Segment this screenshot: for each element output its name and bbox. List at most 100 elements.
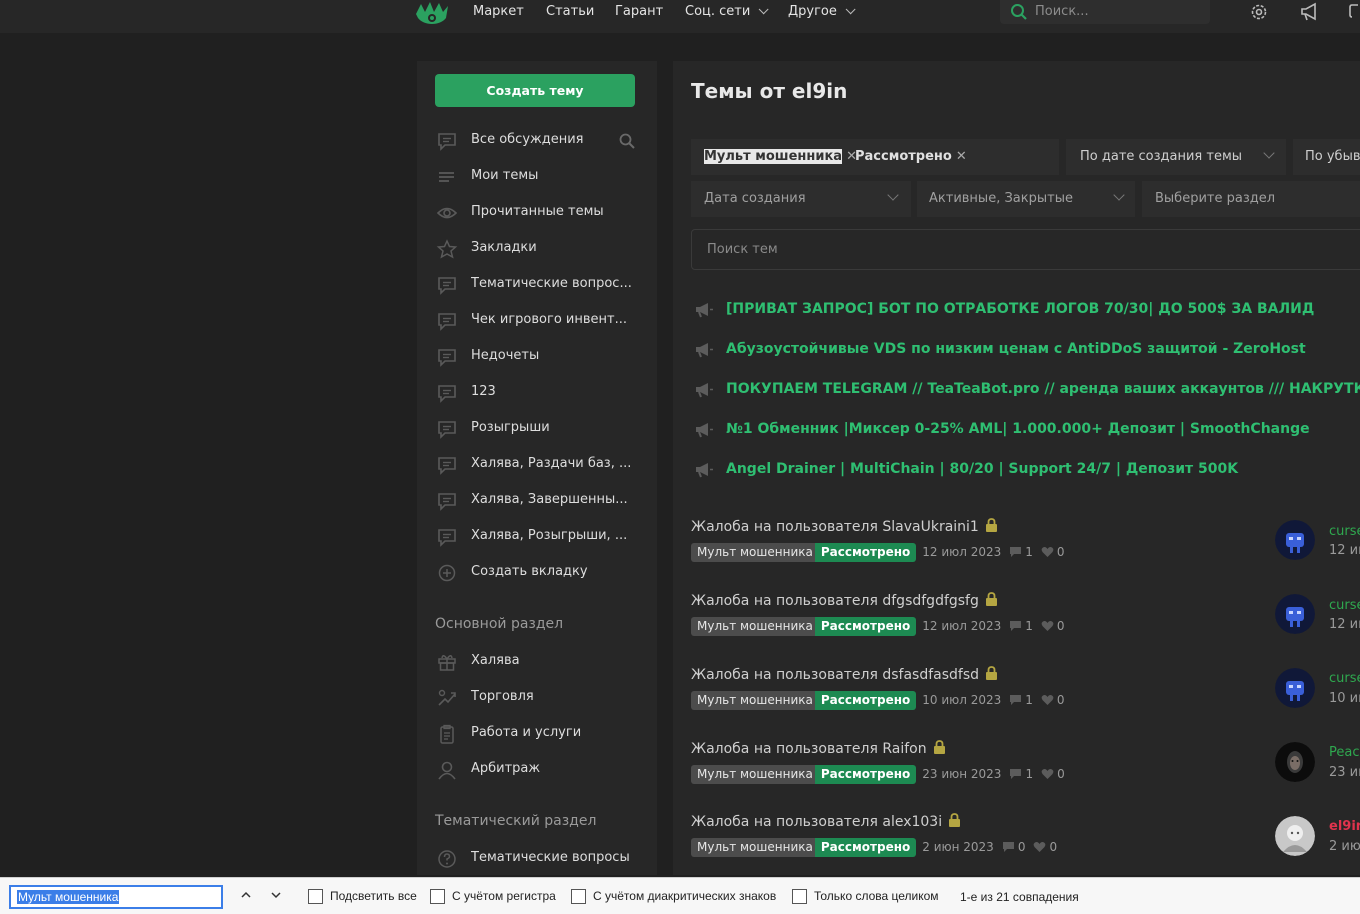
status-label[interactable]: Рассмотрено	[814, 838, 917, 857]
nav-articles[interactable]: Статьи	[546, 4, 594, 19]
section-filter-select[interactable]: Выберите раздел	[1142, 181, 1360, 217]
thread-title-text: Жалоба на пользователя alex103i	[691, 814, 943, 830]
sidebar-item-tab[interactable]: Тематические вопрос...	[417, 270, 657, 300]
sidebar-item-tab[interactable]: Недочеты	[417, 342, 657, 372]
thread-row[interactable]: Жалоба на пользователя dsfasdfasdfsd Мул…	[691, 666, 1360, 728]
topic-search-input[interactable]: Поиск тем	[691, 229, 1360, 270]
prefix-label[interactable]: Мульт мошенника	[691, 617, 819, 636]
sidebar-item-trade[interactable]: Торговля	[417, 683, 657, 713]
search-icon[interactable]	[619, 133, 635, 149]
sidebar-item-arbitrage[interactable]: Арбитраж	[417, 755, 657, 785]
sidebar-item-all-discussions[interactable]: Все обсуждения	[417, 126, 657, 156]
last-poster-name[interactable]: Peac	[1329, 745, 1360, 760]
sidebar-item-tab[interactable]: Чек игрового инвент...	[417, 306, 657, 336]
filter-tag-text: Мульт мошенника	[704, 149, 843, 164]
state-filter-select[interactable]: Активные, Закрытые	[917, 181, 1135, 217]
status-label[interactable]: Рассмотрено	[814, 617, 917, 636]
status-label[interactable]: Рассмотрено	[814, 765, 917, 784]
sidebar-item-tab[interactable]: Халява, Завершенны...	[417, 486, 657, 516]
last-poster-name[interactable]: curse	[1329, 524, 1360, 539]
whole-words-checkbox[interactable]: Только слова целиком	[792, 889, 939, 904]
sidebar-item-tab[interactable]: 123	[417, 378, 657, 408]
chevron-up-icon[interactable]	[241, 890, 251, 900]
sidebar-item-my-topics[interactable]: Мои темы	[417, 162, 657, 192]
chat-icon	[438, 133, 456, 151]
filter-tag-chip[interactable]: Рассмотрено ✕	[855, 149, 967, 164]
sidebar-item-freebie[interactable]: Халява	[417, 647, 657, 677]
sidebar-item-tab[interactable]: Халява, Раздачи баз, ...	[417, 450, 657, 480]
find-input[interactable]: Мульт мошенника	[9, 885, 223, 909]
sticky-thread-title[interactable]: [ПРИВАТ ЗАПРОС] БОТ ПО ОТРАБОТКЕ ЛОГОВ 7…	[726, 301, 1314, 317]
site-logo[interactable]	[414, 0, 450, 28]
sort-field-select[interactable]: По дате создания темы	[1066, 139, 1286, 175]
last-poster-name[interactable]: curse	[1329, 671, 1360, 686]
thread-title[interactable]: Жалоба на пользователя dfgsdfgdfgsfg	[691, 592, 998, 609]
sticky-thread-title[interactable]: №1 Обменник |Миксер 0-25% AML| 1.000.000…	[726, 421, 1310, 437]
status-label[interactable]: Рассмотрено	[814, 691, 917, 710]
nav-social[interactable]: Соц. сети	[685, 4, 769, 19]
date-filter-select[interactable]: Дата создания	[691, 181, 911, 217]
thread-title[interactable]: Жалоба на пользователя dsfasdfasdfsd	[691, 666, 998, 683]
sidebar-item-label: Прочитанные темы	[471, 204, 604, 219]
sort-order-value: По убыва	[1305, 149, 1360, 164]
create-topic-button[interactable]: Создать тему	[435, 74, 635, 107]
topic-search-placeholder: Поиск тем	[707, 242, 778, 257]
sidebar-item-bookmarks[interactable]: Закладки	[417, 234, 657, 264]
eye-icon	[436, 207, 458, 219]
comment-icon	[1010, 621, 1022, 631]
filter-tag-chip[interactable]: Мульт мошенника ✕	[704, 149, 857, 164]
sidebar-item-tab[interactable]: Халява, Розыгрыши, ...	[417, 522, 657, 552]
sidebar-item-jobs[interactable]: Работа и услуги	[417, 719, 657, 749]
avatar[interactable]	[1275, 816, 1315, 856]
checkbox[interactable]	[792, 889, 807, 904]
prefix-label[interactable]: Мульт мошенника	[691, 691, 819, 710]
thread-meta: Мульт мошенника Рассмотрено 2 июн 2023 0 0	[691, 838, 1057, 857]
megaphone-icon	[696, 423, 713, 438]
avatar[interactable]	[1275, 520, 1315, 560]
top-search-input[interactable]: Поиск...	[1000, 0, 1210, 24]
highlight-all-checkbox[interactable]: Подсветить все	[308, 889, 417, 904]
sticky-thread-title[interactable]: Angel Drainer | MultiChain | 80/20 | Sup…	[726, 461, 1238, 477]
nav-market[interactable]: Маркет	[473, 4, 524, 19]
last-poster-name[interactable]: curse	[1329, 598, 1360, 613]
thread-title[interactable]: Жалоба на пользователя SlavaUkraini1	[691, 518, 998, 535]
sidebar-item-create-tab[interactable]: Создать вкладку	[417, 558, 657, 588]
avatar[interactable]	[1275, 742, 1315, 782]
sidebar-item-thematic-questions[interactable]: Тематические вопросы	[417, 844, 657, 874]
search-icon	[1011, 4, 1027, 20]
thread-row[interactable]: Жалоба на пользователя alex103i Мульт мо…	[691, 813, 1360, 875]
gear-icon[interactable]	[1249, 2, 1269, 22]
thread-title[interactable]: Жалоба на пользователя alex103i	[691, 813, 961, 830]
avatar[interactable]	[1275, 668, 1315, 708]
thread-row[interactable]: Жалоба на пользователя dfgsdfgdfgsfg Мул…	[691, 592, 1360, 654]
checkbox[interactable]	[571, 889, 586, 904]
close-icon[interactable]: ✕	[956, 149, 967, 164]
lock-icon	[949, 813, 961, 827]
prefix-label[interactable]: Мульт мошенника	[691, 765, 819, 784]
nav-guarantor[interactable]: Гарант	[615, 4, 663, 19]
nav-other[interactable]: Другое	[788, 4, 856, 19]
chevron-down-icon[interactable]	[271, 890, 281, 900]
last-poster-name[interactable]: el9in	[1329, 819, 1360, 834]
diacritics-checkbox[interactable]: С учётом диакритических знаков	[571, 889, 776, 904]
checkbox[interactable]	[308, 889, 323, 904]
megaphone-icon[interactable]	[1299, 2, 1321, 22]
avatar[interactable]	[1275, 594, 1315, 634]
sort-order-select[interactable]: По убыва	[1293, 139, 1360, 175]
thread-row[interactable]: Жалоба на пользователя SlavaUkraini1 Мул…	[691, 518, 1360, 580]
sticky-thread-title[interactable]: ПОКУПАЕМ TELEGRAM // TeaTeaBot.pro // ар…	[726, 381, 1360, 397]
prefix-label[interactable]: Мульт мошенника	[691, 838, 819, 857]
match-case-checkbox[interactable]: С учётом регистра	[430, 889, 556, 904]
status-label[interactable]: Рассмотрено	[814, 543, 917, 562]
prefix-label[interactable]: Мульт мошенника	[691, 543, 819, 562]
chevron-down-icon	[845, 4, 856, 15]
option-label: С учётом диакритических знаков	[593, 889, 777, 903]
sticky-thread-title[interactable]: Абузоустойчивые VDS по низким ценам с An…	[726, 341, 1306, 357]
chat-icon[interactable]	[1348, 2, 1360, 22]
thread-row[interactable]: Жалоба на пользователя Raifon Мульт моше…	[691, 740, 1360, 802]
thread-title[interactable]: Жалоба на пользователя Raifon	[691, 740, 946, 757]
sidebar-item-tab[interactable]: Розыгрыши	[417, 414, 657, 444]
checkbox[interactable]	[430, 889, 445, 904]
sidebar-item-read-topics[interactable]: Прочитанные темы	[417, 198, 657, 228]
tag-filter[interactable]: Мульт мошенника ✕ Рассмотрено ✕	[691, 139, 1059, 175]
